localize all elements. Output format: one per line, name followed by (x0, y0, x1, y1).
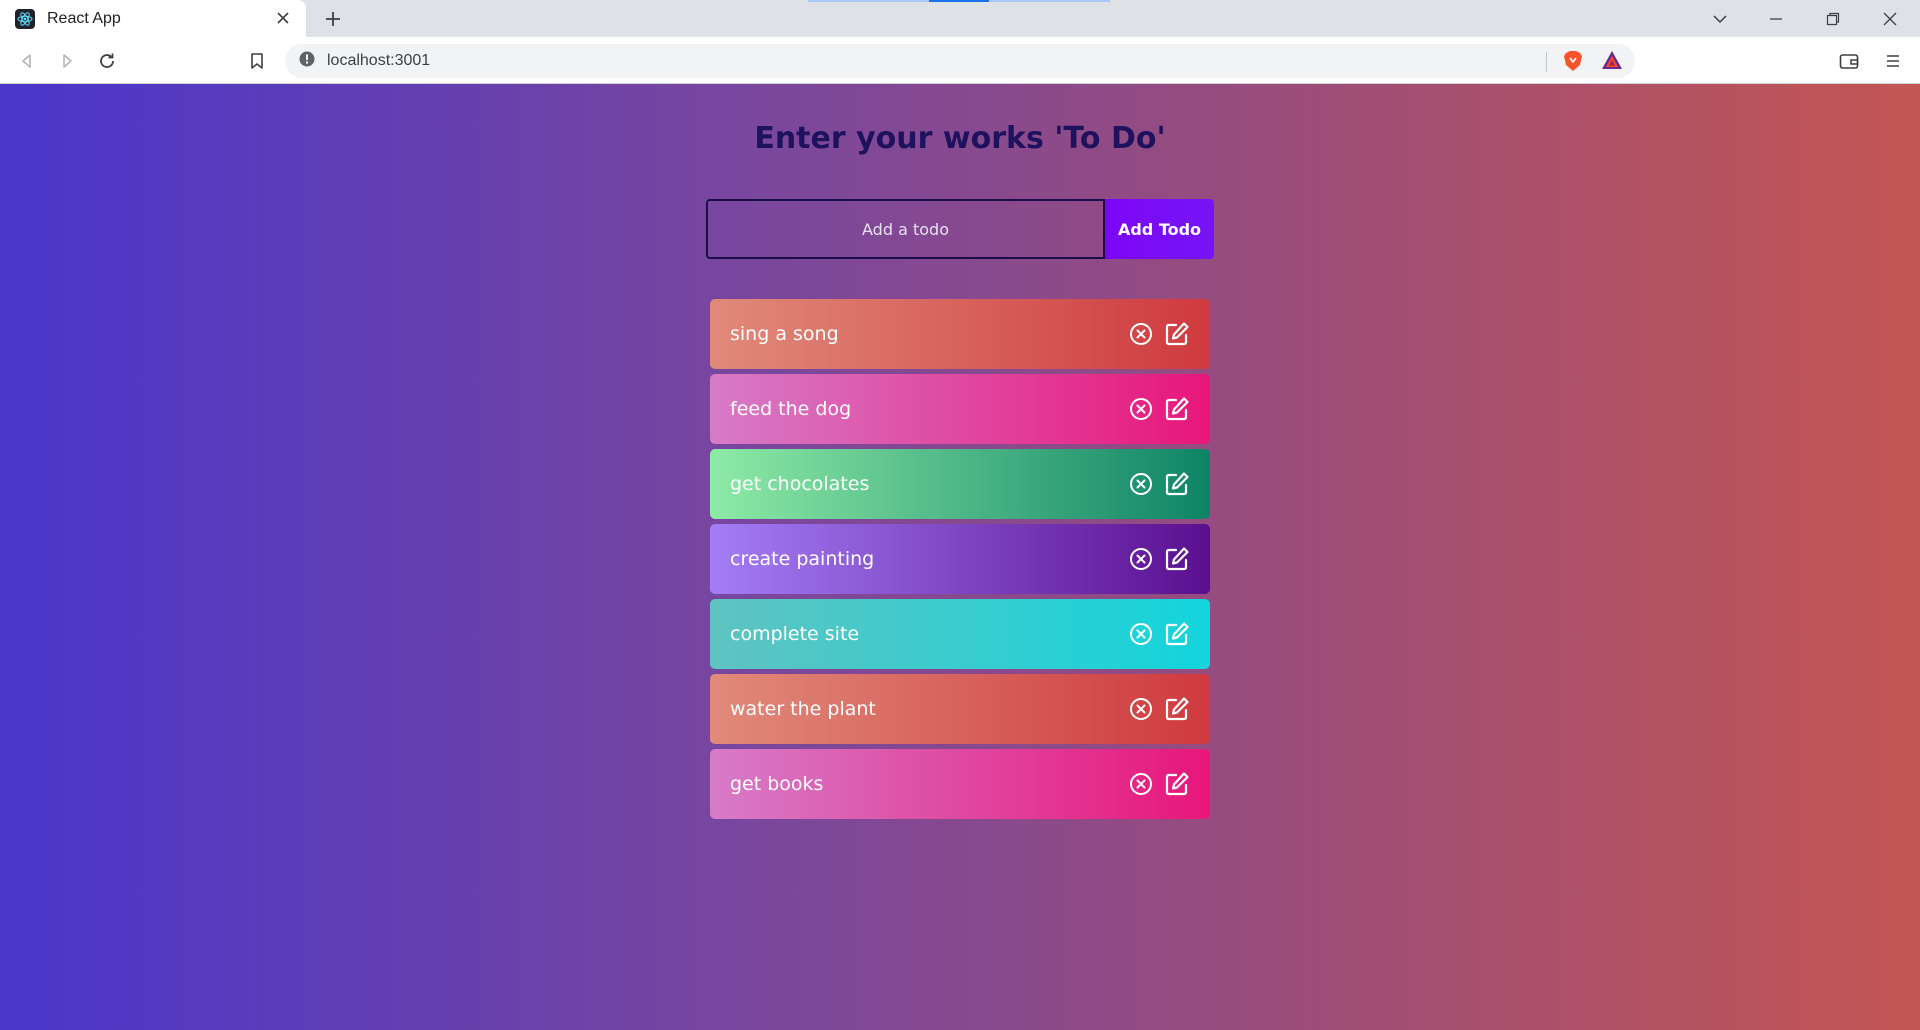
todo-item[interactable]: create painting (710, 524, 1210, 594)
browser-tab[interactable]: React App (0, 0, 306, 37)
delete-todo-icon[interactable] (1128, 396, 1154, 422)
browser-toolbar: localhost:3001 (0, 37, 1920, 84)
todo-item[interactable]: sing a song (710, 299, 1210, 369)
edit-todo-icon[interactable] (1164, 396, 1190, 422)
delete-todo-icon[interactable] (1128, 321, 1154, 347)
brave-rewards-icon[interactable] (1601, 50, 1623, 74)
back-icon[interactable] (14, 48, 40, 74)
reload-icon[interactable] (94, 48, 120, 74)
minimize-icon[interactable] (1748, 0, 1804, 37)
todo-actions (1128, 771, 1190, 797)
tab-search-icon[interactable] (1692, 0, 1748, 37)
edit-todo-icon[interactable] (1164, 471, 1190, 497)
edit-todo-icon[interactable] (1164, 546, 1190, 572)
new-tab-icon[interactable] (320, 6, 346, 32)
todo-item[interactable]: get books (710, 749, 1210, 819)
edit-todo-icon[interactable] (1164, 771, 1190, 797)
todo-item[interactable]: feed the dog (710, 374, 1210, 444)
site-info-icon[interactable] (299, 51, 315, 71)
todo-item[interactable]: water the plant (710, 674, 1210, 744)
url-divider (1546, 52, 1547, 72)
todo-item[interactable]: complete site (710, 599, 1210, 669)
todo-input[interactable] (706, 199, 1105, 259)
menu-icon[interactable] (1880, 48, 1906, 74)
todo-text[interactable]: water the plant (730, 698, 876, 720)
todo-actions (1128, 321, 1190, 347)
restore-icon[interactable] (1805, 0, 1861, 37)
forward-icon[interactable] (54, 48, 80, 74)
edit-todo-icon[interactable] (1164, 321, 1190, 347)
todo-actions (1128, 396, 1190, 422)
todo-actions (1128, 471, 1190, 497)
todo-form: Add Todo (706, 199, 1214, 259)
todo-item[interactable]: get chocolates (710, 449, 1210, 519)
page-viewport: Enter your works 'To Do' Add Todo sing a… (0, 84, 1920, 1030)
browser-tab-bar: React App (0, 0, 1920, 37)
todo-text[interactable]: get books (730, 773, 823, 795)
todo-actions (1128, 621, 1190, 647)
bookmark-icon[interactable] (244, 48, 270, 74)
todo-text[interactable]: feed the dog (730, 398, 851, 420)
add-todo-button[interactable]: Add Todo (1105, 199, 1214, 259)
wallet-icon[interactable] (1836, 48, 1862, 74)
close-window-icon[interactable] (1862, 0, 1918, 37)
tab-strip-active-indicator (929, 0, 989, 2)
delete-todo-icon[interactable] (1128, 621, 1154, 647)
todo-actions (1128, 696, 1190, 722)
react-logo-icon (15, 8, 35, 29)
todo-list: sing a song feed the dog get chocolates cre… (710, 299, 1210, 824)
close-tab-icon[interactable] (274, 9, 292, 27)
edit-todo-icon[interactable] (1164, 696, 1190, 722)
todo-text[interactable]: sing a song (730, 323, 839, 345)
todo-text[interactable]: complete site (730, 623, 859, 645)
edit-todo-icon[interactable] (1164, 621, 1190, 647)
todo-text[interactable]: create painting (730, 548, 874, 570)
page-title: Enter your works 'To Do' (754, 121, 1166, 156)
tab-title: React App (47, 9, 121, 27)
todo-text[interactable]: get chocolates (730, 473, 869, 495)
todo-actions (1128, 546, 1190, 572)
url-text: localhost:3001 (327, 52, 431, 69)
delete-todo-icon[interactable] (1128, 771, 1154, 797)
delete-todo-icon[interactable] (1128, 696, 1154, 722)
address-bar[interactable]: localhost:3001 (285, 44, 1635, 78)
brave-shields-icon[interactable] (1563, 50, 1583, 76)
delete-todo-icon[interactable] (1128, 471, 1154, 497)
delete-todo-icon[interactable] (1128, 546, 1154, 572)
